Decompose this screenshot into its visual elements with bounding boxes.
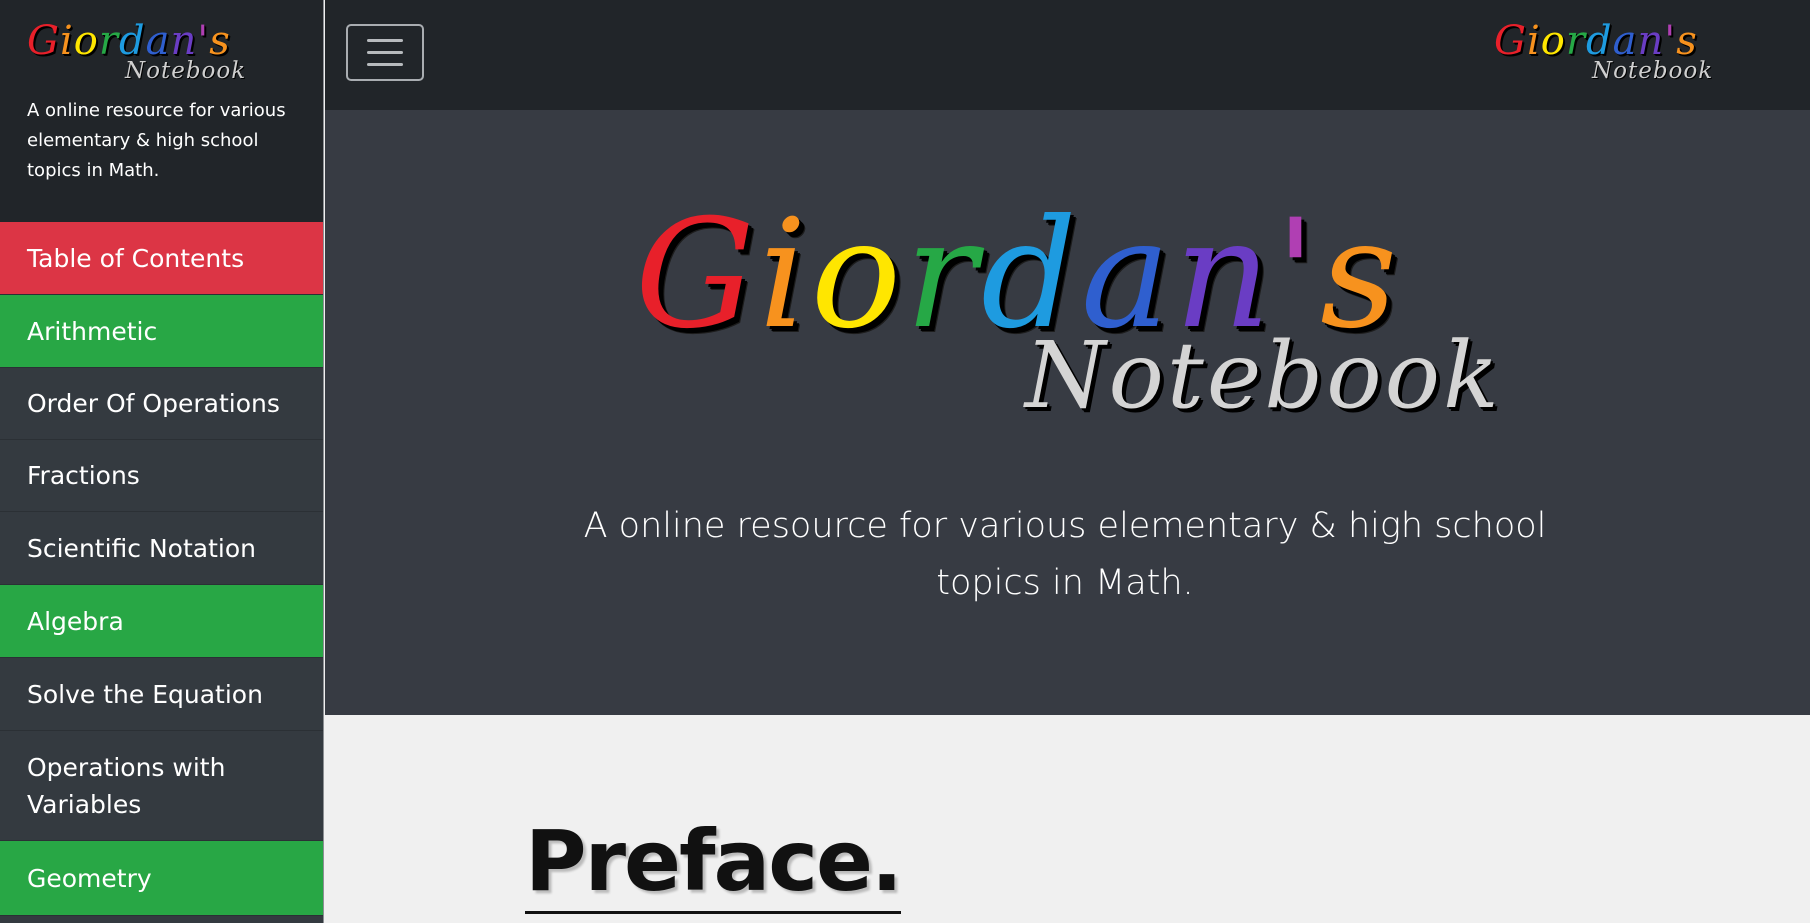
sidebar-item-label: Operations with Variables bbox=[27, 752, 226, 819]
sidebar-item-arithmetic[interactable]: Arithmetic bbox=[0, 295, 323, 368]
sidebar-item-order-of-operations[interactable]: Order Of Operations bbox=[0, 368, 323, 440]
logo-letter: r bbox=[905, 188, 981, 362]
sidebar-item-label: Table of Contents bbox=[27, 243, 245, 273]
sidebar-item-label: Order Of Operations bbox=[27, 389, 280, 418]
hero-banner: Giordan's Notebook A online resource for… bbox=[325, 110, 1810, 715]
sidebar-item-algebra[interactable]: Algebra bbox=[0, 585, 323, 658]
sidebar-item-operations-with-variables[interactable]: Operations with Variables bbox=[0, 731, 323, 841]
sidebar-nav: Table of Contents Arithmetic Order Of Op… bbox=[0, 222, 323, 916]
logo-letter: o bbox=[73, 18, 99, 64]
logo-letter: i bbox=[1526, 18, 1541, 64]
logo-notebook: Notebook bbox=[125, 58, 247, 84]
sidebar-item-fractions[interactable]: Fractions bbox=[0, 440, 323, 512]
sidebar-item-geometry[interactable]: Geometry bbox=[0, 841, 323, 916]
main-content: Preface. bbox=[325, 715, 1810, 923]
sidebar-item-label: Scientific Notation bbox=[27, 533, 256, 563]
page-title: Preface. bbox=[525, 815, 903, 914]
logo-letter: o bbox=[1540, 18, 1566, 64]
sidebar-tagline: A online resource for various elementary… bbox=[27, 100, 286, 181]
logo-letter: r bbox=[98, 18, 119, 64]
hero-tagline: A online resource for various elementary… bbox=[583, 506, 1547, 603]
top-navbar: Giordan's Notebook bbox=[325, 0, 1810, 110]
logo-letter: i bbox=[758, 188, 811, 362]
sidebar-logo[interactable]: Giordan's Notebook bbox=[27, 18, 247, 84]
sidebar: Giordan's Notebook A online resource for… bbox=[0, 0, 324, 923]
sidebar-item-table-of-contents[interactable]: Table of Contents bbox=[0, 222, 323, 295]
hamburger-icon bbox=[367, 51, 403, 54]
logo-notebook: Notebook bbox=[1592, 58, 1714, 84]
logo-letter: r bbox=[1565, 18, 1586, 64]
sidebar-header: Giordan's Notebook A online resource for… bbox=[0, 0, 323, 222]
sidebar-item-scientific-notation[interactable]: Scientific Notation bbox=[0, 512, 323, 585]
menu-toggle-button[interactable] bbox=[346, 24, 424, 81]
sidebar-item-label: Arithmetic bbox=[27, 316, 158, 346]
sidebar-item-label: Algebra bbox=[27, 606, 124, 636]
logo-letter: i bbox=[59, 18, 74, 64]
sidebar-item-label: Solve the Equation bbox=[27, 679, 263, 709]
hamburger-icon bbox=[367, 63, 403, 66]
logo-notebook: Notebook bbox=[1025, 322, 1502, 429]
sidebar-item-label: Fractions bbox=[27, 461, 140, 490]
logo-letter: G bbox=[1494, 18, 1527, 64]
logo-letter: G bbox=[635, 188, 759, 362]
sidebar-item-solve-the-equation[interactable]: Solve the Equation bbox=[0, 658, 323, 731]
navbar-logo[interactable]: Giordan's Notebook bbox=[1494, 18, 1714, 84]
logo-letter: G bbox=[27, 18, 60, 64]
sidebar-item-label: Geometry bbox=[27, 863, 152, 893]
hamburger-icon bbox=[367, 39, 403, 42]
logo-letter: o bbox=[810, 188, 906, 362]
hero-logo: Giordan's Notebook bbox=[635, 188, 1499, 440]
